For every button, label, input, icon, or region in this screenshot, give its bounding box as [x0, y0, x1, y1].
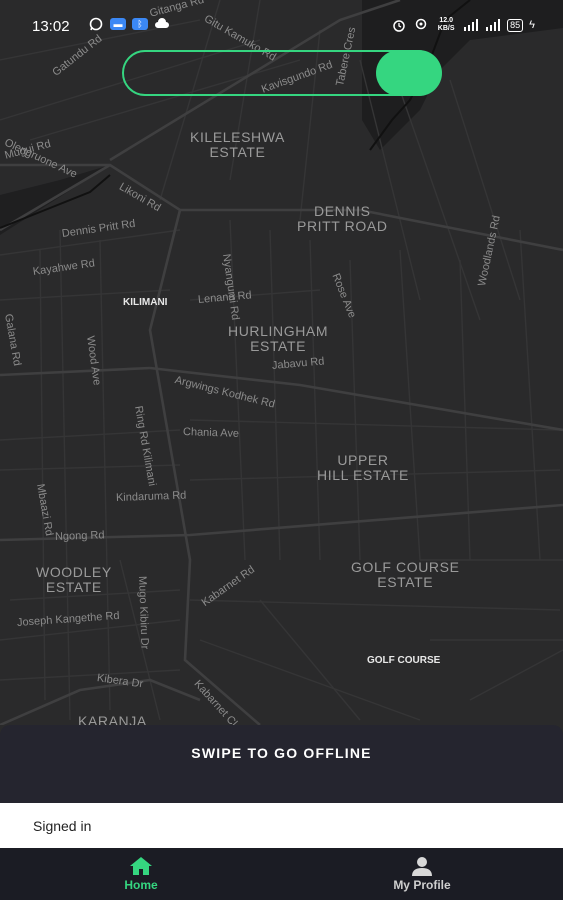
- signal-icon: [463, 18, 479, 32]
- map-view[interactable]: KILELESHWA ESTATE DENNIS PRITT ROAD HURLIN…: [0, 0, 563, 729]
- alarm-icon: [391, 18, 407, 32]
- location-icon: [413, 18, 429, 32]
- signed-in-banner: Signed in: [0, 803, 563, 848]
- notification-icons: ▬ ᛒ: [88, 17, 170, 31]
- road-label-kindaruma: Kindaruma Rd: [115, 489, 187, 504]
- bluetooth-icon: ᛒ: [132, 18, 148, 30]
- nav-my-profile[interactable]: My Profile: [352, 848, 492, 900]
- area-label-golf-course: GOLF COURSE ESTATE: [351, 559, 460, 590]
- area-label-dennis-pritt: DENNIS PRITT ROAD: [297, 203, 388, 234]
- swipe-offline-handle[interactable]: [376, 50, 442, 96]
- swipe-offline-title: SWIPE TO GO OFFLINE: [191, 745, 372, 761]
- nav-profile-label: My Profile: [393, 878, 451, 892]
- go-offline-panel: SWIPE TO GO OFFLINE: [0, 725, 563, 805]
- road-label-mugo-kibiru: Mugo Kibiru Dr: [136, 575, 151, 650]
- message-icon: ▬: [110, 18, 126, 30]
- area-label-kileleshwa: KILELESHWA ESTATE: [190, 129, 285, 160]
- bottom-navigation: Home My Profile: [0, 848, 563, 900]
- road-label-ngong: Ngong Rd: [54, 529, 105, 543]
- poi-label-kilimani: KILIMANI: [123, 297, 168, 308]
- nav-home[interactable]: Home: [71, 848, 211, 900]
- poi-label-golf-course: GOLF COURSE: [367, 655, 441, 666]
- road-label-chania: Chania Ave: [182, 426, 240, 440]
- battery-icon: 85: [507, 18, 524, 32]
- cloud-icon: [154, 17, 170, 31]
- system-icons: 12.0 KB/S 85 ϟ: [391, 17, 535, 33]
- status-time: 13:02: [32, 18, 70, 35]
- charging-icon: ϟ: [529, 19, 535, 31]
- home-icon: [129, 856, 153, 876]
- person-icon: [410, 856, 434, 876]
- signal-2-icon: [485, 18, 501, 32]
- signed-in-text: Signed in: [33, 818, 92, 834]
- area-label-upper-hill: UPPER HILL ESTATE: [317, 452, 409, 483]
- area-label-woodley: WOODLEY ESTATE: [36, 564, 112, 595]
- whatsapp-icon: [88, 17, 104, 31]
- status-bar: 13:02 ▬ ᛒ 12.0 KB/S 85 ϟ: [0, 0, 563, 52]
- area-label-hurlingham: HURLINGHAM ESTATE: [228, 323, 329, 354]
- network-speed: 12.0 KB/S: [437, 17, 455, 32]
- nav-home-label: Home: [124, 878, 158, 892]
